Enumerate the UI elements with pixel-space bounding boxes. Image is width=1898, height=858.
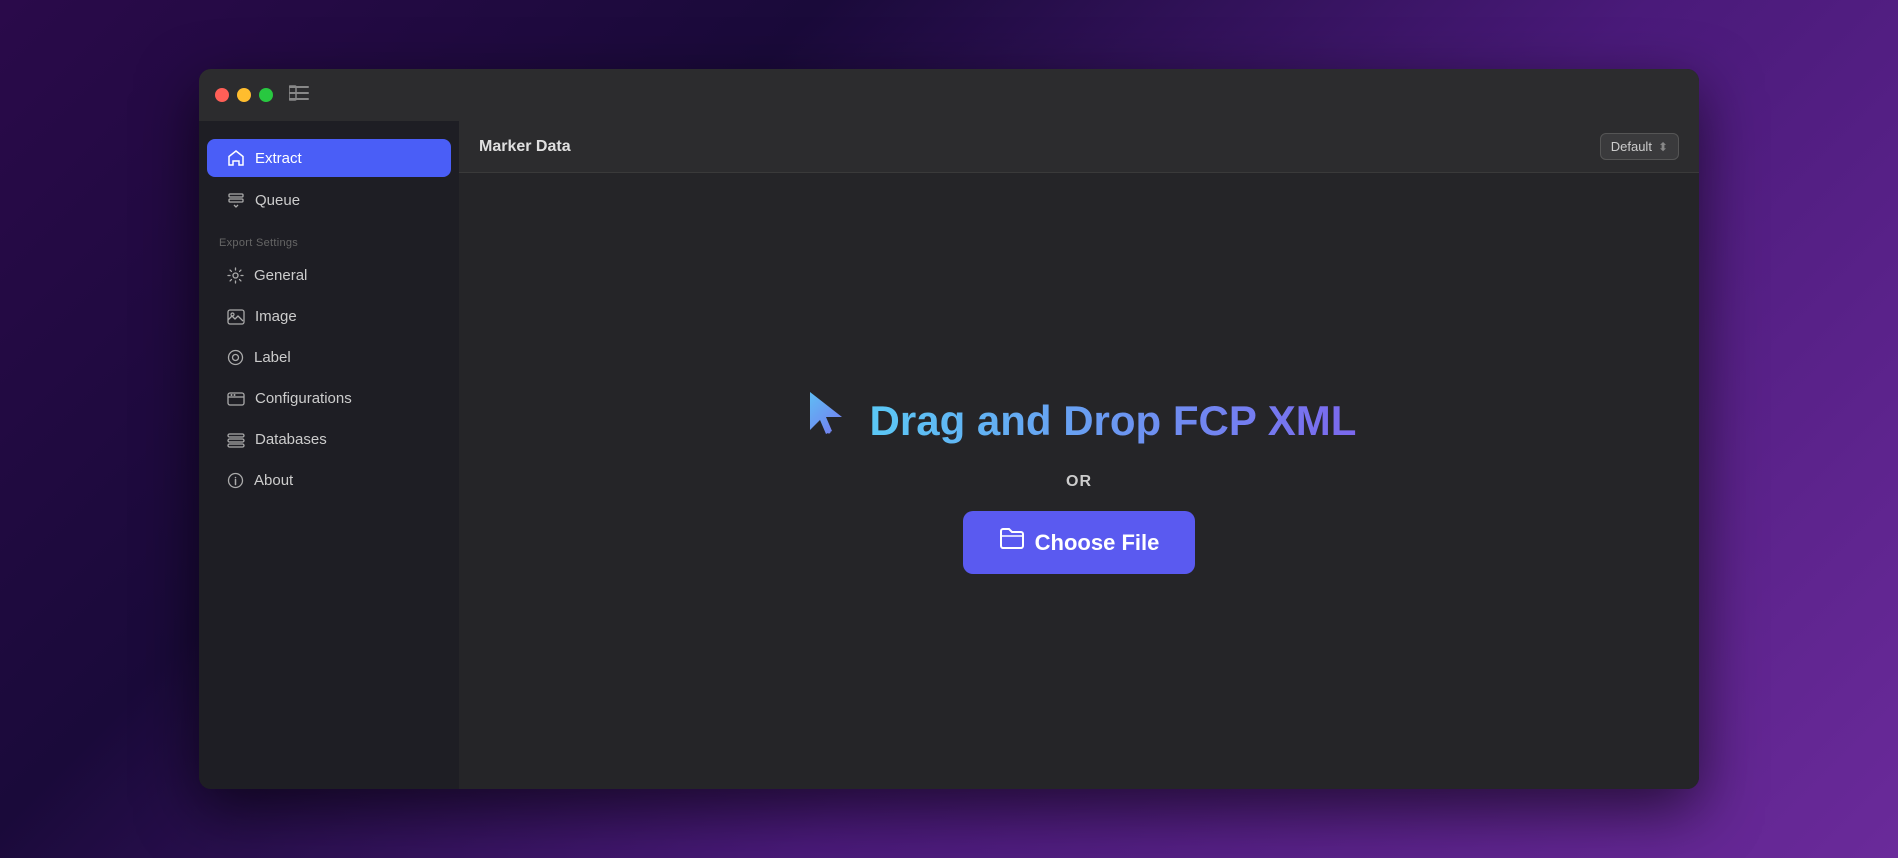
- label-label: Label: [254, 349, 291, 366]
- drop-zone: Drag and Drop FCP XML OR Choose File: [459, 173, 1699, 789]
- sidebar-item-about[interactable]: About: [207, 462, 451, 499]
- label-icon: [227, 349, 244, 366]
- sidebar-item-label[interactable]: Label: [207, 339, 451, 376]
- sidebar: Extract Queue Export Settings: [199, 121, 459, 789]
- or-text: OR: [1066, 473, 1092, 491]
- drag-drop-title: Drag and Drop FCP XML: [802, 388, 1357, 453]
- general-label: General: [254, 267, 307, 284]
- queue-label: Queue: [255, 192, 300, 209]
- window-controls: [215, 88, 273, 102]
- drag-drop-text: Drag and Drop FCP XML: [870, 397, 1357, 445]
- right-panel: Marker Data Default ⬍: [459, 121, 1699, 789]
- sidebar-item-configurations[interactable]: Configurations: [207, 380, 451, 417]
- sidebar-item-general[interactable]: General: [207, 257, 451, 294]
- queue-icon: [227, 191, 245, 209]
- close-button[interactable]: [215, 88, 229, 102]
- image-label: Image: [255, 308, 297, 325]
- about-label: About: [254, 472, 293, 489]
- sidebar-toggle-icon[interactable]: [289, 85, 309, 106]
- configurations-icon: [227, 391, 245, 407]
- databases-icon: [227, 432, 245, 448]
- panel-header: Marker Data Default ⬍: [459, 121, 1699, 173]
- sidebar-item-extract[interactable]: Extract: [207, 139, 451, 177]
- extract-label: Extract: [255, 150, 302, 167]
- title-bar: [199, 69, 1699, 121]
- main-area: Extract Queue Export Settings: [199, 121, 1699, 789]
- panel-title: Marker Data: [479, 138, 1600, 156]
- image-icon: [227, 309, 245, 325]
- default-dropdown[interactable]: Default ⬍: [1600, 133, 1679, 160]
- minimize-button[interactable]: [237, 88, 251, 102]
- sidebar-item-databases[interactable]: Databases: [207, 421, 451, 458]
- maximize-button[interactable]: [259, 88, 273, 102]
- databases-label: Databases: [255, 431, 327, 448]
- dropdown-label: Default: [1611, 139, 1652, 154]
- info-icon: [227, 472, 244, 489]
- sidebar-item-image[interactable]: Image: [207, 298, 451, 335]
- folder-icon: [999, 527, 1025, 558]
- export-settings-label: Export Settings: [199, 221, 459, 255]
- chevron-updown-icon: ⬍: [1658, 140, 1668, 154]
- sidebar-item-queue[interactable]: Queue: [207, 181, 451, 219]
- cursor-icon: [802, 388, 854, 453]
- gear-icon: [227, 267, 244, 284]
- configurations-label: Configurations: [255, 390, 352, 407]
- app-window: Extract Queue Export Settings: [199, 69, 1699, 789]
- home-icon: [227, 149, 245, 167]
- choose-file-button[interactable]: Choose File: [963, 511, 1196, 574]
- choose-file-label: Choose File: [1035, 530, 1160, 556]
